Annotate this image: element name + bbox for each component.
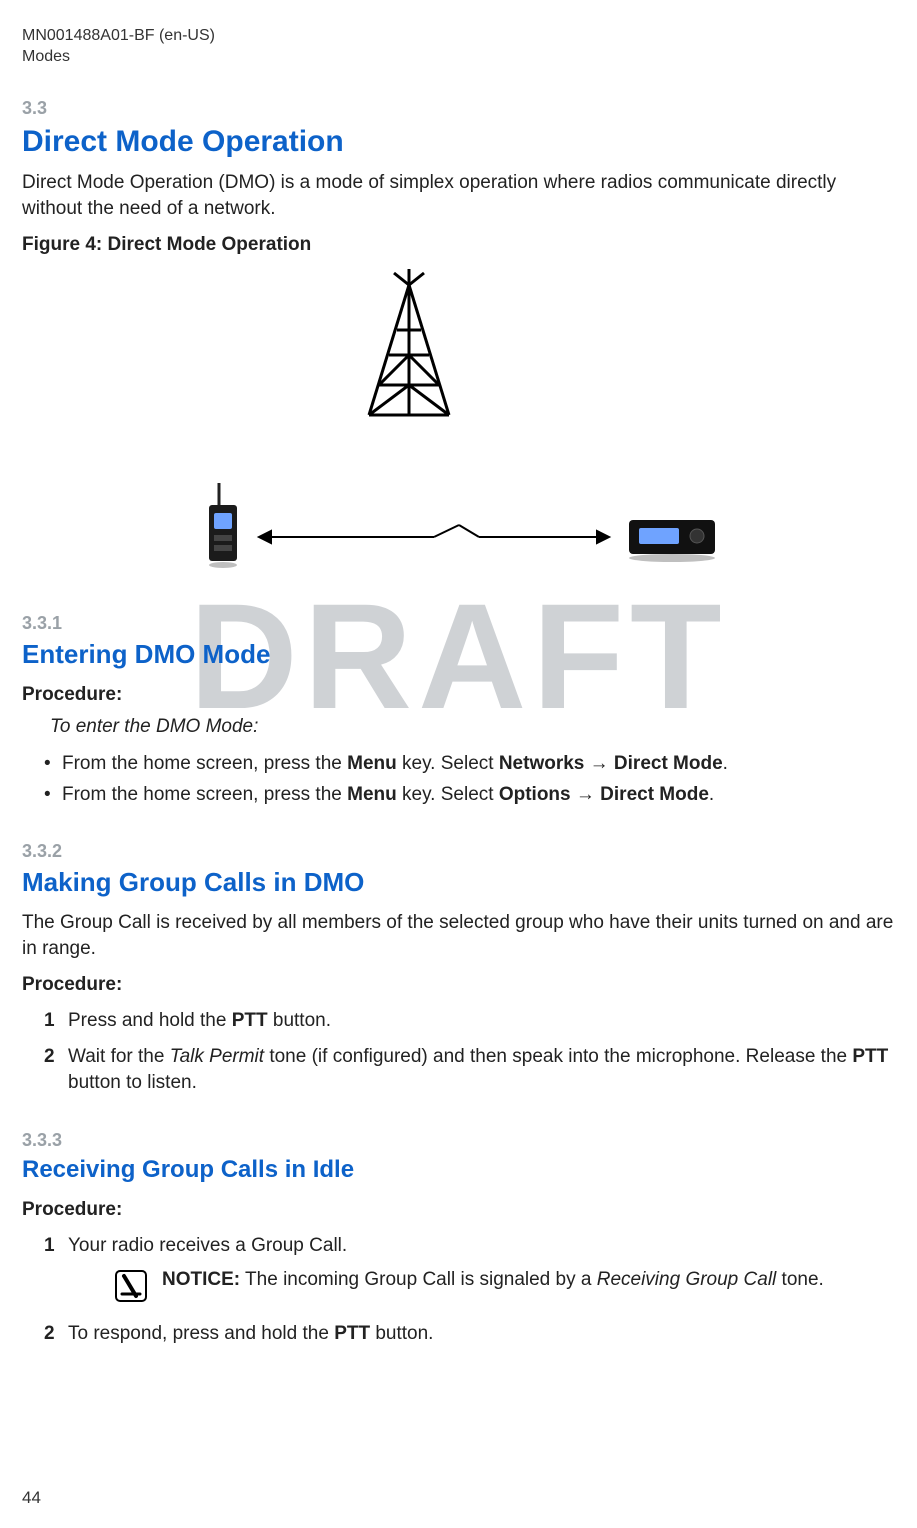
procedure-label-3-3-1: Procedure:: [22, 682, 895, 708]
menu-item-options: Options: [499, 784, 571, 805]
figure-4-direct-mode: [22, 275, 895, 583]
procedure-steps-3-3-2: Press and hold the PTT button. Wait for …: [22, 1003, 895, 1100]
notice-icon: [114, 1269, 148, 1303]
text: tone (if configured) and then speak into…: [264, 1046, 852, 1067]
bullet-networks-direct-mode: From the home screen, press the Menu key…: [22, 748, 895, 780]
bullet-options-direct-mode: From the home screen, press the Menu key…: [22, 779, 895, 811]
heading-entering-dmo-mode: Entering DMO Mode: [22, 637, 895, 672]
text: button.: [268, 1010, 331, 1031]
tone-receiving-group-call: Receiving Group Call: [597, 1269, 777, 1290]
step-receive-group-call: Your radio receives a Group Call. NOTICE…: [22, 1228, 895, 1316]
text: button to listen.: [68, 1072, 197, 1093]
keycap-ptt: PTT: [334, 1323, 370, 1344]
section-number-3-3-1: 3.3.1: [22, 611, 895, 635]
text: button.: [370, 1323, 433, 1344]
section-number-3-3-3: 3.3.3: [22, 1128, 895, 1152]
step-respond-ptt: To respond, press and hold the PTT butto…: [22, 1316, 895, 1352]
text: To respond, press and hold the: [68, 1323, 334, 1344]
header-chapter: Modes: [22, 47, 895, 68]
text: .: [709, 784, 714, 805]
menu-item-direct-mode: Direct Mode: [614, 753, 723, 774]
section-number-3-3: 3.3: [22, 96, 895, 120]
menu-item-networks: Networks: [499, 753, 585, 774]
text: key. Select: [397, 784, 499, 805]
menu-item-direct-mode: Direct Mode: [600, 784, 709, 805]
text: tone.: [776, 1269, 824, 1290]
heading-direct-mode-operation: Direct Mode Operation: [22, 122, 895, 163]
keycap-menu: Menu: [347, 753, 397, 774]
text: Press and hold the: [68, 1010, 232, 1031]
arrow-icon: →: [584, 753, 614, 774]
section-number-3-3-2: 3.3.2: [22, 839, 895, 863]
procedure-label-3-3-2: Procedure:: [22, 972, 895, 998]
keycap-menu: Menu: [347, 784, 397, 805]
text: From the home screen, press the: [62, 784, 347, 805]
procedure-steps-3-3-3: Your radio receives a Group Call. NOTICE…: [22, 1228, 895, 1351]
text: Wait for the: [68, 1046, 170, 1067]
figure-4-caption: Figure 4: Direct Mode Operation: [22, 232, 895, 258]
step-wait-talk-permit: Wait for the Talk Permit tone (if config…: [22, 1039, 895, 1100]
body-making-group-calls-dmo: The Group Call is received by all member…: [22, 910, 895, 961]
header-doc-id: MN001488A01-BF (en-US): [22, 26, 895, 47]
procedure-intro-3-3-1: To enter the DMO Mode:: [50, 714, 895, 740]
arrow-icon: →: [571, 784, 601, 805]
heading-receiving-group-calls-idle: Receiving Group Calls in Idle: [22, 1154, 895, 1186]
text: Your radio receives a Group Call.: [68, 1235, 347, 1256]
text: From the home screen, press the: [62, 753, 347, 774]
keycap-ptt: PTT: [232, 1010, 268, 1031]
text: key. Select: [397, 753, 499, 774]
body-direct-mode-operation: Direct Mode Operation (DMO) is a mode of…: [22, 170, 895, 221]
page-number: 44: [22, 1487, 41, 1510]
step-press-hold-ptt: Press and hold the PTT button.: [22, 1003, 895, 1039]
text: The incoming Group Call is signaled by a: [240, 1269, 597, 1290]
notice-receiving-group-call: NOTICE: The incoming Group Call is signa…: [114, 1267, 895, 1303]
procedure-bullets-3-3-1: From the home screen, press the Menu key…: [22, 748, 895, 811]
heading-making-group-calls-dmo: Making Group Calls in DMO: [22, 865, 895, 900]
notice-label: NOTICE:: [162, 1269, 240, 1290]
procedure-label-3-3-3: Procedure:: [22, 1197, 895, 1223]
tone-talk-permit: Talk Permit: [170, 1046, 264, 1067]
keycap-ptt: PTT: [852, 1046, 888, 1067]
text: .: [723, 753, 728, 774]
